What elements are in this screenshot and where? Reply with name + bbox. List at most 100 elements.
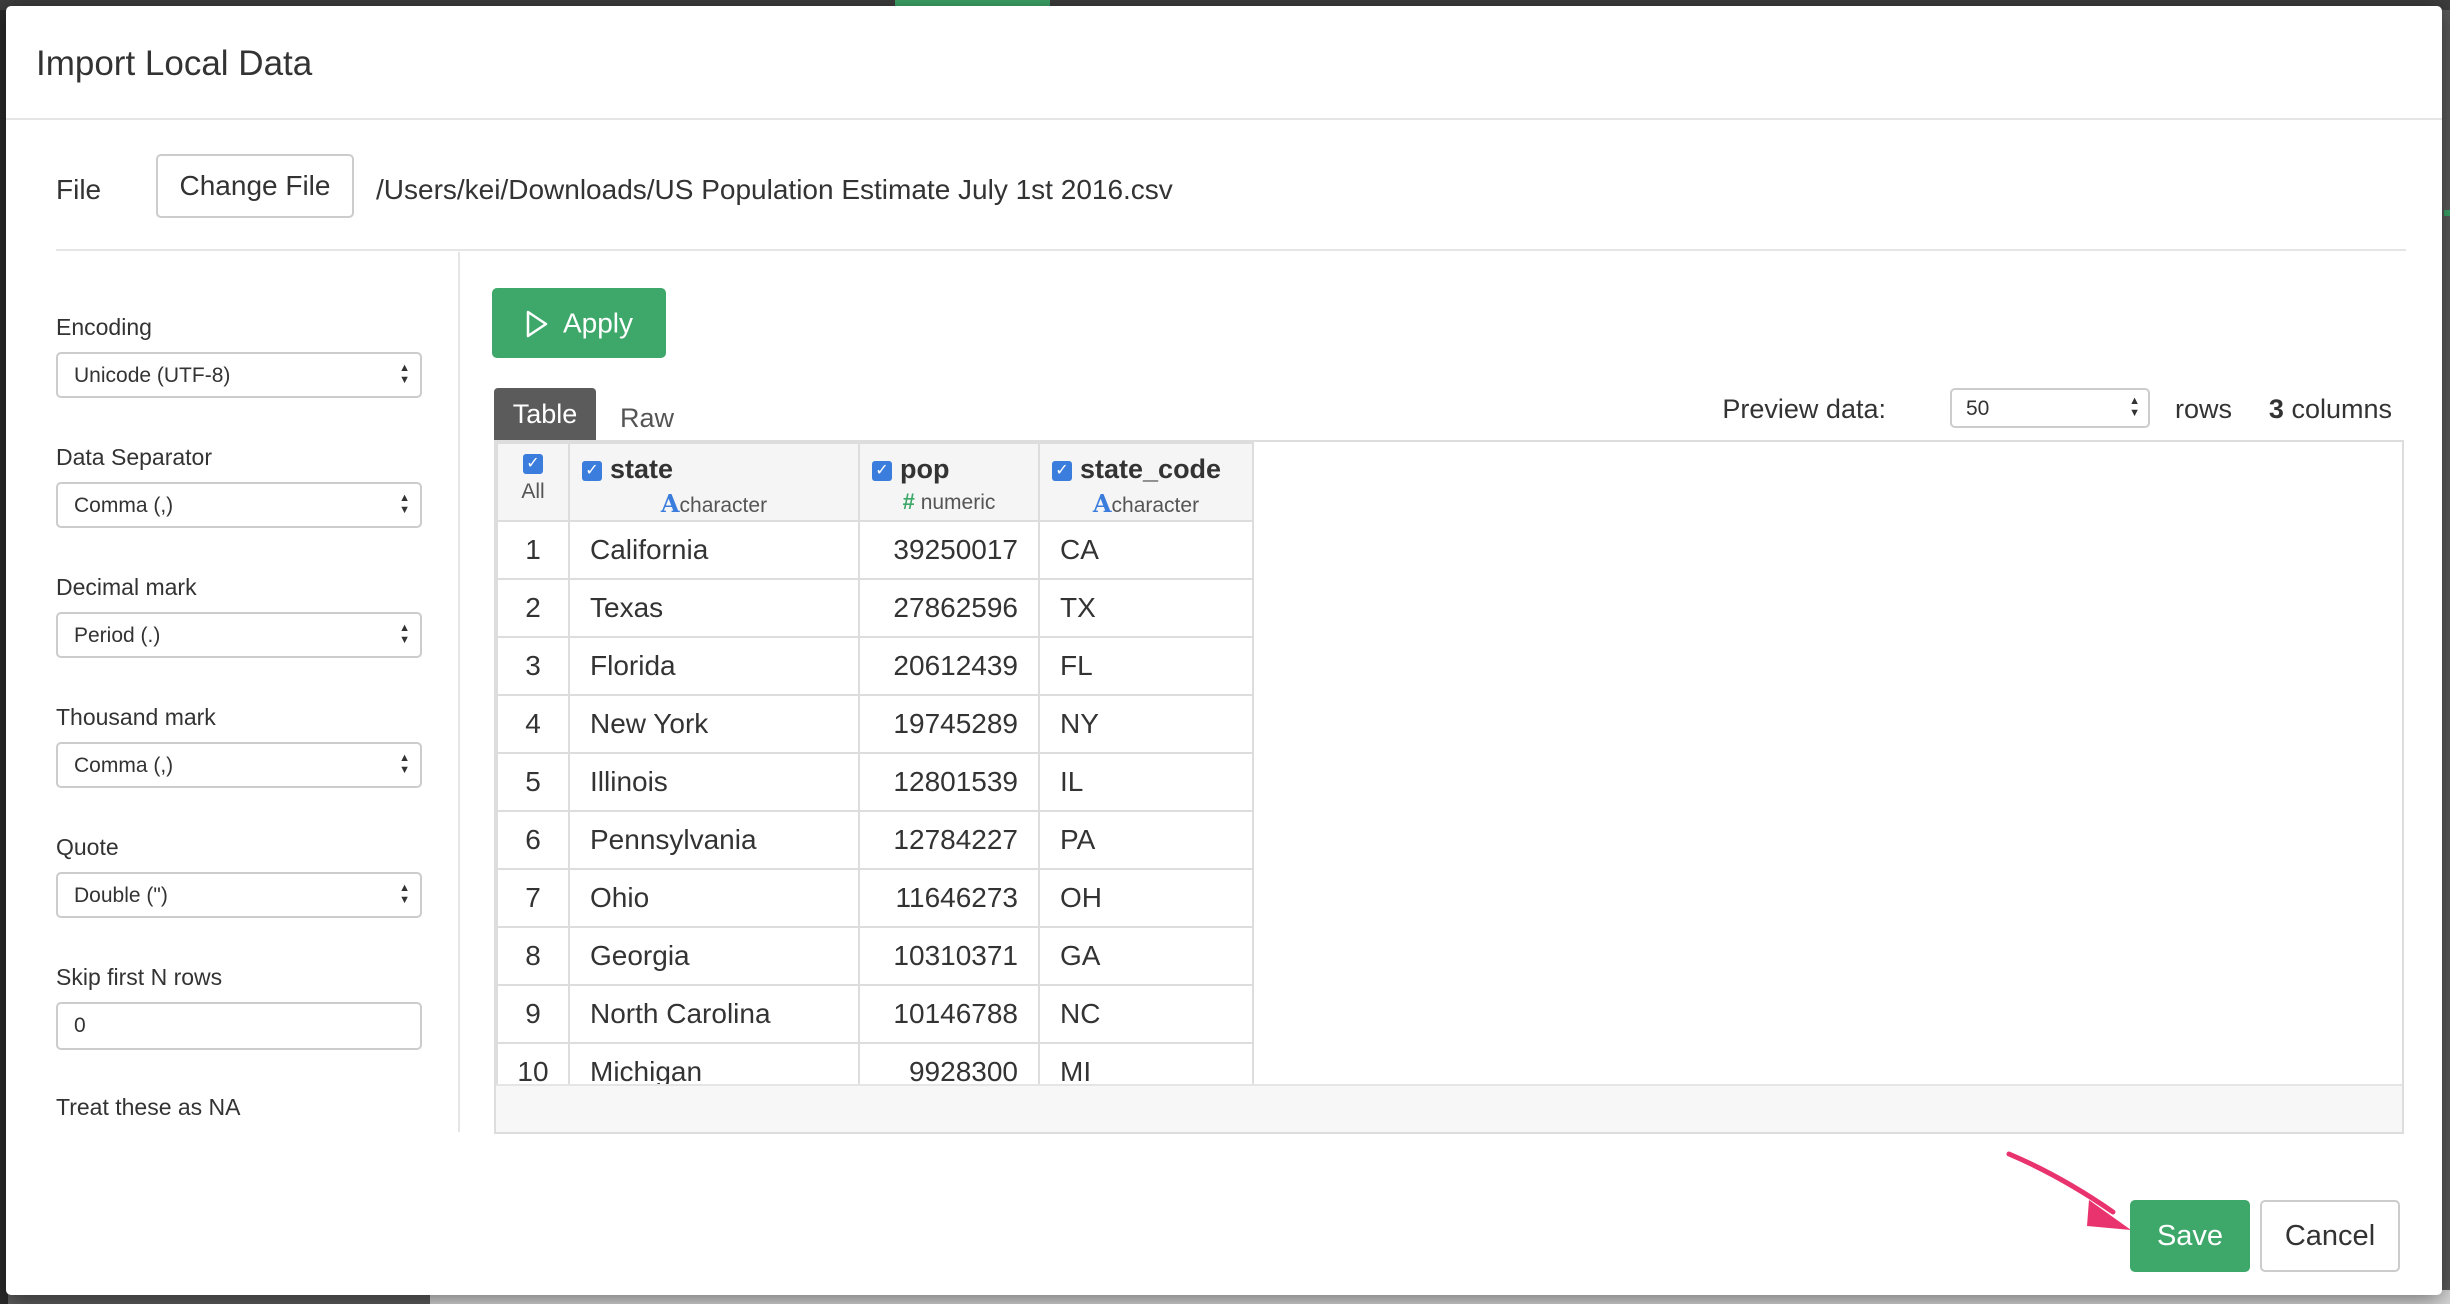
select-arrows-icon: ▲ ▼ — [399, 882, 410, 906]
cell-state-code: PA — [1038, 810, 1254, 870]
data-separator-label: Data Separator — [56, 444, 212, 470]
play-icon — [526, 310, 548, 338]
cell-state: Florida — [568, 636, 860, 696]
cell-state: Pennsylvania — [568, 810, 860, 870]
thousand-mark-value: Comma (,) — [74, 754, 174, 777]
cell-pop: 10146788 — [858, 984, 1040, 1044]
cell-pop: 19745289 — [858, 694, 1040, 754]
checkbox-checked-icon[interactable]: ✓ — [523, 454, 543, 474]
import-settings-panel: Encoding Unicode (UTF-8) ▲ ▼ Data Separat… — [56, 252, 460, 1132]
cell-state-code: TX — [1038, 578, 1254, 638]
table-row: 5 Illinois 12801539 IL — [496, 752, 1254, 812]
row-index: 6 — [496, 810, 570, 870]
grid-horizontal-scrollbar[interactable] — [496, 1084, 2402, 1132]
row-index: 7 — [496, 868, 570, 928]
cell-pop: 27862596 — [858, 578, 1040, 638]
table-header-row: ✓ All ✓ state Acharacter ✓ pop # numeric ✓… — [496, 442, 1254, 522]
column-type: character — [1111, 494, 1200, 517]
file-label: File — [56, 174, 102, 205]
column-header-pop: ✓ pop # numeric — [858, 442, 1040, 522]
column-name: state_code — [1080, 454, 1222, 484]
table-row: 4 New York 19745289 NY — [496, 694, 1254, 754]
select-arrows-icon: ▲ ▼ — [2129, 395, 2140, 419]
checkbox-checked-icon[interactable]: ✓ — [582, 460, 602, 481]
select-arrows-icon: ▲ ▼ — [399, 492, 410, 516]
import-local-data-dialog: Import Local Data File Change File /User… — [6, 6, 2442, 1295]
rows-label: rows — [2174, 394, 2232, 424]
tab-table[interactable]: Table — [494, 388, 596, 440]
cell-state-code: OH — [1038, 868, 1254, 928]
cell-state-code: CA — [1038, 520, 1254, 580]
quote-select[interactable]: Double (") ▲ ▼ — [56, 872, 422, 918]
encoding-label: Encoding — [56, 314, 152, 340]
thousand-mark-select[interactable]: Comma (,) ▲ ▼ — [56, 742, 422, 788]
skip-rows-input[interactable] — [56, 1002, 422, 1050]
cell-state-code: NY — [1038, 694, 1254, 754]
skip-rows-label: Skip first N rows — [56, 964, 223, 990]
checkbox-checked-icon[interactable]: ✓ — [1052, 460, 1072, 481]
cell-pop: 12801539 — [858, 752, 1040, 812]
table-row: 3 Florida 20612439 FL — [496, 636, 1254, 696]
preview-rows-select[interactable]: 50 ▲ ▼ — [1950, 388, 2150, 428]
cell-state: New York — [568, 694, 860, 754]
background-accent — [2444, 210, 2450, 216]
table-row: 1 California 39250017 CA — [496, 520, 1254, 580]
apply-label: Apply — [562, 307, 634, 339]
decimal-mark-label: Decimal mark — [56, 574, 197, 600]
quote-value: Double (") — [74, 884, 168, 907]
checkbox-checked-icon[interactable]: ✓ — [872, 460, 892, 481]
save-button[interactable]: Save — [2130, 1200, 2250, 1272]
select-arrows-icon: ▲ ▼ — [399, 622, 410, 646]
encoding-select[interactable]: Unicode (UTF-8) ▲ ▼ — [56, 352, 422, 398]
row-index: 2 — [496, 578, 570, 638]
character-type-icon: A — [1092, 489, 1112, 518]
treat-na-label: Treat these as NA — [56, 1094, 241, 1120]
columns-count-value: 3 — [2268, 394, 2284, 424]
select-arrows-icon: ▲ ▼ — [399, 362, 410, 386]
cell-pop: 12784227 — [858, 810, 1040, 870]
cell-state-code: IL — [1038, 752, 1254, 812]
column-name: pop — [900, 454, 950, 484]
cell-pop: 10310371 — [858, 926, 1040, 986]
columns-count: 3 columns — [2269, 394, 2392, 425]
table-row: 6 Pennsylvania 12784227 PA — [496, 810, 1254, 870]
column-type: numeric — [920, 491, 996, 514]
apply-button[interactable]: Apply — [492, 288, 666, 358]
row-index: 3 — [496, 636, 570, 696]
cell-state: Illinois — [568, 752, 860, 812]
numeric-type-icon: # — [902, 489, 915, 514]
select-arrows-icon: ▲ ▼ — [399, 752, 410, 776]
table-row: 7 Ohio 11646273 OH — [496, 868, 1254, 928]
data-table: ✓ All ✓ state Acharacter ✓ pop # numeric ✓… — [496, 442, 1254, 1102]
tab-raw[interactable]: Raw — [620, 388, 674, 440]
cancel-button[interactable]: Cancel — [2260, 1200, 2400, 1272]
encoding-value: Unicode (UTF-8) — [74, 364, 231, 387]
preview-controls: Preview data: 50 ▲ ▼ rows 3 columns — [1692, 388, 2392, 440]
decimal-mark-select[interactable]: Period (.) ▲ ▼ — [56, 612, 422, 658]
change-file-button[interactable]: Change File — [156, 154, 354, 218]
columns-label: columns — [2291, 394, 2392, 424]
cell-state: North Carolina — [568, 984, 860, 1044]
cell-state: Texas — [568, 578, 860, 638]
thousand-mark-label: Thousand mark — [56, 704, 216, 730]
cell-state-code: GA — [1038, 926, 1254, 986]
cell-state: California — [568, 520, 860, 580]
select-all-label: All — [521, 480, 545, 503]
cell-state: Ohio — [568, 868, 860, 928]
file-path: /Users/kei/Downloads/US Population Estim… — [376, 174, 1173, 205]
cell-state-code: FL — [1038, 636, 1254, 696]
select-all-header[interactable]: ✓ All — [496, 442, 570, 522]
file-row: File Change File /Users/kei/Downloads/US… — [56, 146, 2406, 226]
cell-pop: 20612439 — [858, 636, 1040, 696]
row-index: 8 — [496, 926, 570, 986]
data-separator-select[interactable]: Comma (,) ▲ ▼ — [56, 482, 422, 528]
column-header-state: ✓ state Acharacter — [568, 442, 860, 522]
divider — [56, 249, 2406, 251]
cell-state-code: NC — [1038, 984, 1254, 1044]
character-type-icon: A — [660, 489, 680, 518]
preview-rows-value: 50 — [1966, 397, 1990, 420]
cell-pop: 11646273 — [858, 868, 1040, 928]
data-separator-value: Comma (,) — [74, 494, 174, 517]
dialog-header: Import Local Data — [6, 6, 2442, 120]
row-index: 4 — [496, 694, 570, 754]
